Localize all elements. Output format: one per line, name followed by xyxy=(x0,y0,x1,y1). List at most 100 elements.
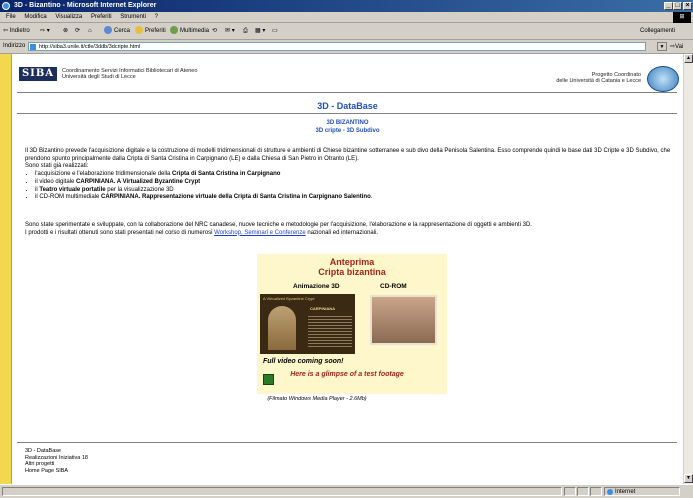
divider xyxy=(17,92,677,93)
subtitle-bizantino: 3D BIZANTINO xyxy=(326,120,369,126)
edit-icon[interactable]: ▦ ▾ xyxy=(255,23,265,39)
divider xyxy=(17,442,677,443)
scroll-up-button[interactable]: ▲ xyxy=(684,54,693,63)
maximize-button[interactable]: □ xyxy=(673,2,682,10)
menu-view[interactable]: Visualizza xyxy=(55,14,82,20)
results-post: nazionali ed internazionali. xyxy=(305,229,379,236)
menu-file[interactable]: File xyxy=(6,14,16,20)
page-content: SIBA Coordinamento Servizi Informatici B… xyxy=(12,54,683,484)
footer-links: 3D - DataBase Realizzazioni Iniziativa 1… xyxy=(25,448,88,474)
subtitle-cripte: 3D cripte - 3D Subdivo xyxy=(315,128,380,134)
refresh-icon[interactable]: ⟳ xyxy=(75,23,80,39)
page-favicon-icon xyxy=(30,44,36,50)
search-label: Cerca xyxy=(114,28,131,34)
menu-edit[interactable]: Modifica xyxy=(24,14,46,20)
status-bar: Internet xyxy=(0,484,693,498)
filmato-caption: (Filmato Windows Media Player - 2.6Mb) xyxy=(267,396,367,402)
media-button[interactable]: Multimedia xyxy=(170,23,209,39)
list-item-bold: Cripta di Santa Cristina in Carpignano xyxy=(172,171,281,178)
list-item: il video digitale CARPINIANA. A Virtuali… xyxy=(35,179,675,187)
address-input[interactable]: http://siba3.unile.it/ctle/3ddb/3dcripte… xyxy=(28,42,646,51)
menu-bar: File Modifica Visualizza Preferiti Strum… xyxy=(0,12,693,23)
list-item-text: l'acquisizione e l'elaborazione tridimen… xyxy=(35,171,173,178)
ie-logo-icon xyxy=(2,2,10,10)
links-label[interactable]: Collegamenti xyxy=(640,23,675,39)
menu-favorites[interactable]: Preferiti xyxy=(91,14,112,20)
preview-title-line1: Anteprima xyxy=(329,257,375,267)
history-icon[interactable]: ⟲ xyxy=(212,23,217,39)
cdrom-thumbnail[interactable] xyxy=(370,295,437,345)
header-left-text: Coordinamento Servizi Informatici Biblio… xyxy=(62,68,197,80)
menu-help[interactable]: ? xyxy=(155,14,158,20)
mail-icon[interactable]: ✉ ▾ xyxy=(225,23,235,39)
full-video-note: Full video coming soon! xyxy=(263,358,344,365)
status-cell xyxy=(577,487,589,496)
favorites-button[interactable]: Preferiti xyxy=(135,23,166,39)
menu-tools[interactable]: Strumenti xyxy=(120,14,146,20)
media-icon xyxy=(170,26,178,35)
preview-box: Anteprima Cripta bizantina Animazione 3D… xyxy=(257,254,447,394)
footer-link-home[interactable]: Home Page SIBA xyxy=(25,468,88,475)
forward-button[interactable]: ⇨ ▾ xyxy=(40,23,50,39)
film-title: CARPINIANA xyxy=(310,306,336,311)
results-pre: I prodotti e i risultati ottenuti sono s… xyxy=(25,229,215,236)
window-title: 3D - Bizantino - Microsoft Internet Expl… xyxy=(14,2,157,9)
film-header: A Virtualized Byzantine Crypt xyxy=(263,296,315,301)
vertical-scrollbar[interactable]: ▲ ▼ xyxy=(683,54,693,484)
go-button[interactable]: ⇨Vai xyxy=(670,43,683,50)
list-item-bold: Teatro virtuale portatile xyxy=(39,186,106,193)
preview-title-line2: Cripta bizantina xyxy=(318,267,386,277)
search-button[interactable]: Cerca xyxy=(104,23,130,39)
back-label: Indietro xyxy=(9,28,30,34)
header-right-line2: delle Università di Catania e Lecce xyxy=(556,78,641,84)
address-bar: Indirizzo http://siba3.unile.it/ctle/3dd… xyxy=(0,40,693,54)
toolbar: ⇦ Indietro ⇨ ▾ ⊗ ⟳ ⌂ Cerca Preferiti Mul… xyxy=(0,23,693,40)
stop-icon[interactable]: ⊗ xyxy=(63,23,68,39)
cdrom-column-label: CD-ROM xyxy=(380,283,407,290)
intro-realized: Sono stati già realizzati: xyxy=(25,163,89,170)
home-icon[interactable]: ⌂ xyxy=(88,23,92,39)
list-item: il Teatro virtuale portatile per la visu… xyxy=(35,187,675,195)
header-left-line2: Università degli Studi di Lecce xyxy=(62,74,136,80)
preview-title: Anteprima Cripta bizantina xyxy=(257,257,447,277)
status-cell xyxy=(564,487,576,496)
siba-logo[interactable]: SIBA xyxy=(19,67,57,81)
address-label: Indirizzo xyxy=(3,43,26,49)
workshop-link[interactable]: Workshop, Seminari e Conferenze xyxy=(214,230,306,236)
media-label: Multimedia xyxy=(180,28,210,34)
church-image xyxy=(268,306,296,350)
scroll-down-button[interactable]: ▼ xyxy=(684,474,693,483)
minimize-button[interactable]: _ xyxy=(664,2,673,10)
glimpse-link[interactable]: Here is a glimpse of a test footage xyxy=(287,371,407,379)
university-seal-icon xyxy=(647,66,679,92)
list-item-bold: CARPINIANA. Rappresentazione virtuale de… xyxy=(101,194,371,201)
favorites-icon xyxy=(135,26,143,35)
page-title: 3D - DataBase xyxy=(317,101,378,111)
divider xyxy=(17,113,677,114)
zone-label: Internet xyxy=(615,489,636,495)
intro-text: Il 3D Bizantino prevede l'acquisizione d… xyxy=(25,148,671,162)
left-side-panel xyxy=(0,54,12,484)
list-item-text: . xyxy=(370,194,373,201)
discuss-icon[interactable]: ▭ xyxy=(272,23,278,39)
browser-window: 3D - Bizantino - Microsoft Internet Expl… xyxy=(0,0,693,498)
windows-logo-icon: ⊞ xyxy=(673,12,691,23)
animation-column-label: Animazione 3D xyxy=(293,283,340,290)
security-zone: Internet xyxy=(604,487,680,496)
list-item-text: il video digitale xyxy=(35,178,77,185)
status-cell xyxy=(590,487,602,496)
address-url: http://siba3.unile.it/ctle/3ddb/3dcripte… xyxy=(39,44,141,50)
header-right-text: Progetto Coordinato delle Università di … xyxy=(556,72,641,84)
print-icon[interactable]: ⎙ xyxy=(243,23,248,39)
status-message xyxy=(2,487,562,496)
list-item-text: per la visualizzazione 3D xyxy=(105,186,174,193)
film-credits xyxy=(308,314,352,348)
favorites-label: Preferiti xyxy=(145,28,166,34)
list-item-bold: CARPINIANA. A Virtualized Byzantine Cryp… xyxy=(76,178,201,185)
media-player-icon[interactable] xyxy=(263,374,274,385)
go-label: Vai xyxy=(675,44,684,50)
back-button[interactable]: ⇦ Indietro xyxy=(3,23,30,39)
animation-thumbnail[interactable]: A Virtualized Byzantine Crypt CARPINIANA xyxy=(260,294,355,354)
close-button[interactable]: × xyxy=(683,2,692,10)
address-dropdown-button[interactable]: ▼ xyxy=(657,42,667,51)
